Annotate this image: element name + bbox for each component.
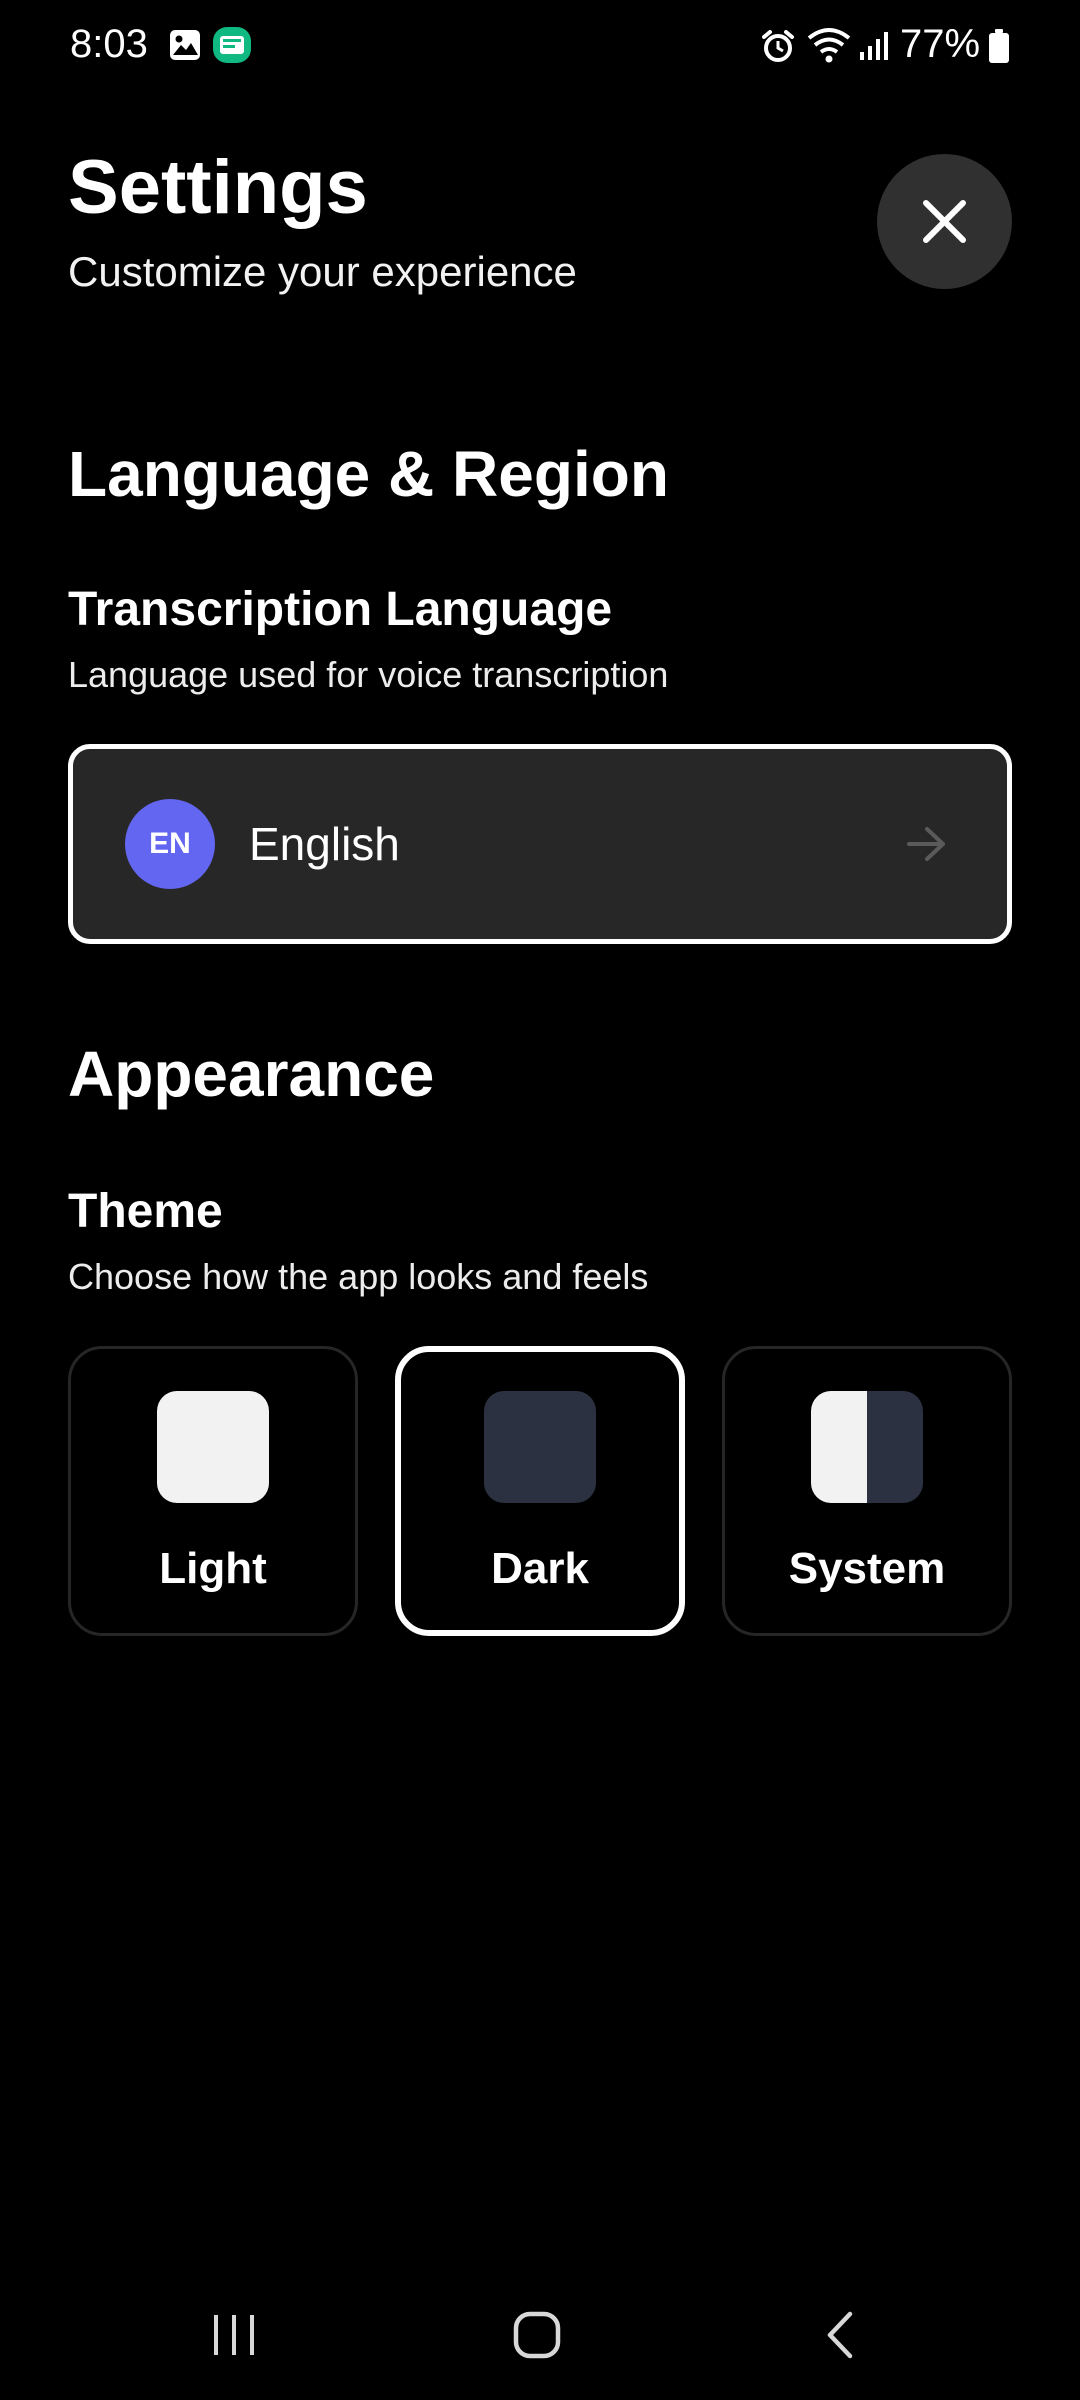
theme-option-light[interactable]: Light <box>68 1346 358 1636</box>
system-navigation-bar <box>0 2280 1080 2400</box>
theme-option-system[interactable]: System <box>722 1346 1012 1636</box>
transcription-language-description: Language used for voice transcription <box>68 654 669 695</box>
theme-option-label: Light <box>159 1544 267 1593</box>
app-notification-icon <box>213 27 251 63</box>
back-icon <box>827 2311 853 2359</box>
wifi-icon <box>807 28 851 63</box>
recent-apps-button[interactable] <box>154 2280 314 2390</box>
status-time: 8:03 <box>70 22 148 66</box>
battery-icon <box>989 29 1009 63</box>
section-title-language-region: Language & Region <box>68 438 669 510</box>
light-theme-swatch <box>157 1391 269 1503</box>
recent-apps-icon <box>214 2315 254 2355</box>
section-title-appearance: Appearance <box>68 1038 435 1110</box>
theme-option-label: Dark <box>491 1544 589 1593</box>
transcription-language-label: Transcription Language <box>68 583 613 636</box>
dark-theme-swatch <box>484 1391 596 1503</box>
theme-option-dark[interactable]: Dark <box>395 1346 685 1636</box>
theme-description: Choose how the app looks and feels <box>68 1256 649 1297</box>
theme-option-label: System <box>788 1544 946 1593</box>
arrow-right-icon <box>907 827 945 861</box>
system-theme-swatch <box>811 1391 923 1503</box>
selected-language: English <box>249 818 400 870</box>
back-button[interactable] <box>760 2280 920 2390</box>
signal-icon <box>860 32 888 60</box>
page-title: Settings <box>68 145 368 230</box>
gallery-icon <box>170 30 200 60</box>
transcription-language-selector[interactable]: EN English <box>68 744 1012 944</box>
theme-label: Theme <box>68 1185 223 1238</box>
language-code-badge: EN <box>125 799 215 889</box>
alarm-icon <box>762 30 794 62</box>
close-icon <box>923 200 966 243</box>
close-button[interactable] <box>877 154 1012 289</box>
status-bar: 8:03 77% <box>0 0 1080 92</box>
battery-percentage: 77% <box>900 22 981 66</box>
home-icon <box>513 2311 561 2359</box>
page-subtitle: Customize your experience <box>68 248 577 295</box>
home-button[interactable] <box>457 2280 617 2390</box>
